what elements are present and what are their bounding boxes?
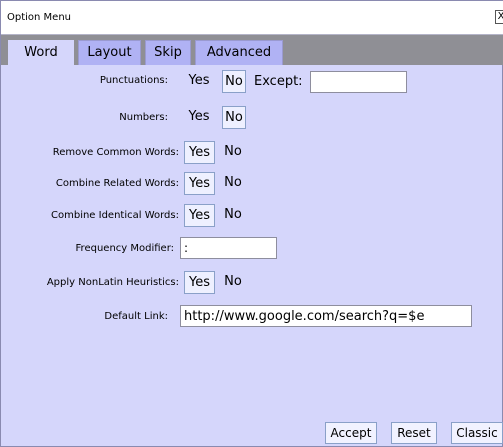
tab-word[interactable]: Word [8,40,74,65]
apply-nonlatin-heuristics-no-button[interactable]: No [221,271,245,294]
numbers-label: Numbers: [119,112,168,123]
default-link-label: Default Link: [104,311,168,322]
window-title: Option Menu [7,12,72,23]
except-label: Except: [254,74,303,89]
frequency-modifier-label: Frequency Modifier: [75,243,174,254]
punctuations-label: Punctuations: [99,75,168,86]
tab-strip: Word Layout Skip Advanced [1,35,503,65]
reset-button[interactable]: Reset [391,422,437,444]
combine-related-words-label: Combine Related Words: [55,178,179,189]
remove-common-words-label: Remove Common Words: [52,147,179,158]
option-menu-window: Option Menu X Word Layout Skip Advanced … [0,0,503,447]
tab-advanced[interactable]: Advanced [195,40,283,65]
default-link-input[interactable] [180,305,472,327]
classic-button[interactable]: Classic [451,422,503,444]
frequency-modifier-input[interactable] [180,237,277,259]
punctuations-yes-button[interactable]: Yes [185,70,213,93]
remove-common-words-no-button[interactable]: No [221,141,245,164]
combine-related-words-no-button[interactable]: No [221,172,245,195]
remove-common-words-yes-button[interactable]: Yes [184,141,215,164]
combine-identical-words-label: Combine Identical Words: [51,210,179,221]
except-input[interactable] [310,71,407,93]
punctuations-no-button[interactable]: No [222,70,246,93]
apply-nonlatin-heuristics-yes-button[interactable]: Yes [184,271,215,294]
combine-related-words-yes-button[interactable]: Yes [184,172,215,195]
close-button[interactable]: X [495,10,503,24]
tab-layout[interactable]: Layout [78,40,141,65]
tab-skip[interactable]: Skip [145,40,191,65]
apply-nonlatin-heuristics-label: Apply NonLatin Heuristics: [46,277,179,288]
combine-identical-words-yes-button[interactable]: Yes [184,204,215,227]
numbers-no-button[interactable]: No [222,106,246,129]
combine-identical-words-no-button[interactable]: No [221,204,245,227]
numbers-yes-button[interactable]: Yes [185,106,213,129]
accept-button[interactable]: Accept [325,422,377,444]
title-bar: Option Menu X [1,1,503,35]
